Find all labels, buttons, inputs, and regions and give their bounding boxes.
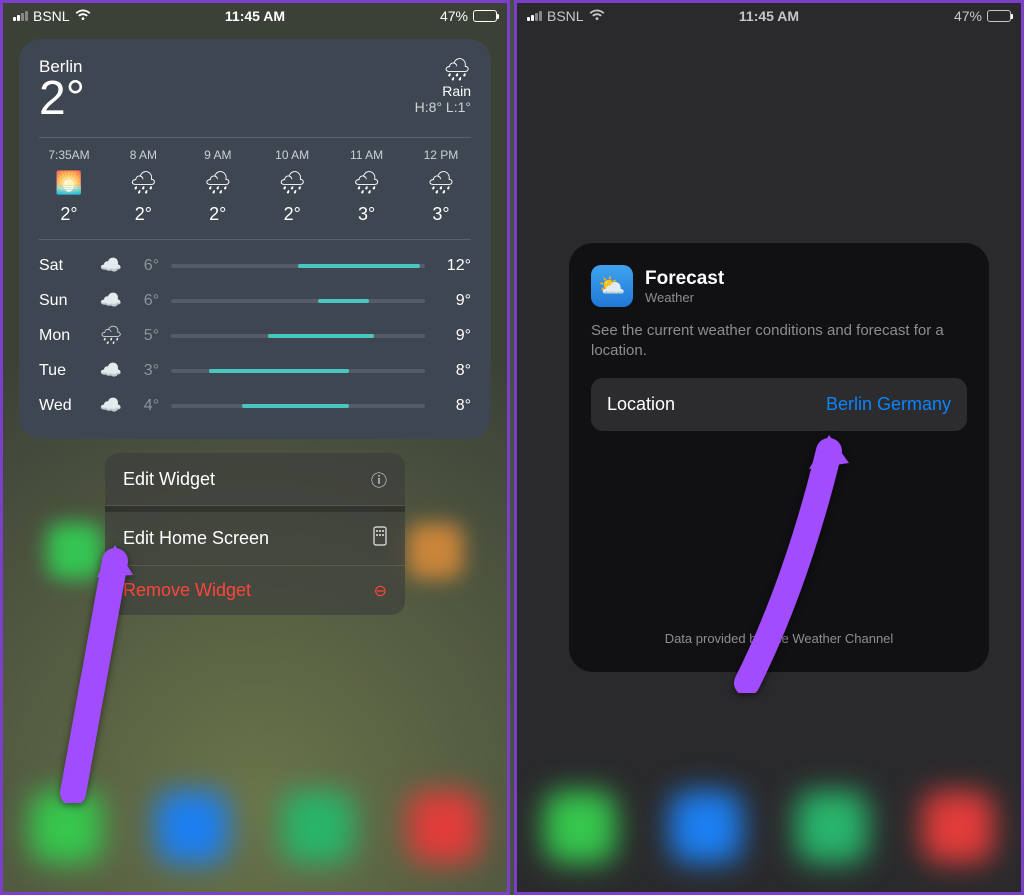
cloud-icon: ☁️ <box>93 360 129 381</box>
weather-hilo: H:8° L:1° <box>415 99 471 115</box>
menu-label: Edit Widget <box>123 469 215 490</box>
wifi-icon <box>75 8 91 24</box>
sunrise-icon: 🌅 <box>39 170 99 196</box>
hourly-item: 9 AM🌧2° <box>188 148 248 225</box>
cloud-icon: ☁️ <box>93 395 129 416</box>
rain-icon: 🌧 <box>337 170 397 196</box>
hourly-item: 10 AM🌧2° <box>262 148 322 225</box>
hourly-item: 12 PM🌧3° <box>411 148 471 225</box>
signal-icon <box>527 11 542 21</box>
battery-percent: 47% <box>954 8 982 24</box>
daily-row: Wed☁️4°8° <box>39 388 471 423</box>
background-app-icon <box>407 523 463 579</box>
screenshot-right: BSNL 11:45 AM 47% ⛅ Forecast Weather See… <box>514 0 1024 895</box>
hourly-item: 7:35AM🌅2° <box>39 148 99 225</box>
rain-icon: 🌧 <box>415 57 471 83</box>
screenshot-left: BSNL 11:45 AM 47% Berlin 2° 🌧 Rain H:8° … <box>0 0 510 895</box>
carrier-label: BSNL <box>547 8 584 24</box>
signal-icon <box>13 11 28 21</box>
location-value: Berlin Germany <box>826 394 951 415</box>
hourly-forecast: 7:35AM🌅2° 8 AM🌧2° 9 AM🌧2° 10 AM🌧2° 11 AM… <box>39 137 471 225</box>
daily-row: Sat☁️6°12° <box>39 248 471 283</box>
cloud-icon: ☁️ <box>93 255 129 276</box>
rain-icon: 🌧 <box>262 170 322 196</box>
weather-widget[interactable]: Berlin 2° 🌧 Rain H:8° L:1° 7:35AM🌅2° 8 A… <box>19 39 491 439</box>
dock <box>517 762 1021 892</box>
location-row[interactable]: Location Berlin Germany <box>591 378 967 431</box>
sheet-title: Forecast <box>645 268 724 290</box>
weather-condition: Rain <box>415 83 471 99</box>
remove-icon: ⊖ <box>374 581 387 601</box>
status-time: 11:45 AM <box>739 8 799 24</box>
daily-row: Sun☁️6°9° <box>39 283 471 318</box>
hourly-item: 11 AM🌧3° <box>337 148 397 225</box>
status-time: 11:45 AM <box>225 8 285 24</box>
rain-icon: 🌧 <box>113 170 173 196</box>
edit-widget-button[interactable]: Edit Widget ⓘ <box>105 453 405 506</box>
cloud-icon: ☁️ <box>93 290 129 311</box>
hourly-item: 8 AM🌧2° <box>113 148 173 225</box>
battery-percent: 47% <box>440 8 468 24</box>
battery-icon <box>473 10 497 22</box>
weather-temp: 2° <box>39 75 85 123</box>
daily-row: Mon🌧5°9° <box>39 318 471 353</box>
daily-row: Tue☁️3°8° <box>39 353 471 388</box>
status-bar: BSNL 11:45 AM 47% <box>3 3 507 29</box>
sheet-description: See the current weather conditions and f… <box>591 321 967 362</box>
battery-icon <box>987 10 1011 22</box>
carrier-label: BSNL <box>33 8 70 24</box>
daily-forecast: Sat☁️6°12° Sun☁️6°9° Mon🌧5°9° Tue☁️3°8° … <box>39 239 471 423</box>
info-icon: ⓘ <box>371 467 387 491</box>
sheet-subtitle: Weather <box>645 290 724 305</box>
location-label: Location <box>607 394 675 415</box>
wifi-icon <box>589 8 605 24</box>
rain-icon: 🌧 <box>411 170 471 196</box>
rain-icon: 🌧 <box>93 325 129 346</box>
home-screen-icon <box>373 526 387 551</box>
weather-app-icon: ⛅ <box>591 265 633 307</box>
rain-icon: 🌧 <box>188 170 248 196</box>
status-bar: BSNL 11:45 AM 47% <box>517 3 1021 29</box>
